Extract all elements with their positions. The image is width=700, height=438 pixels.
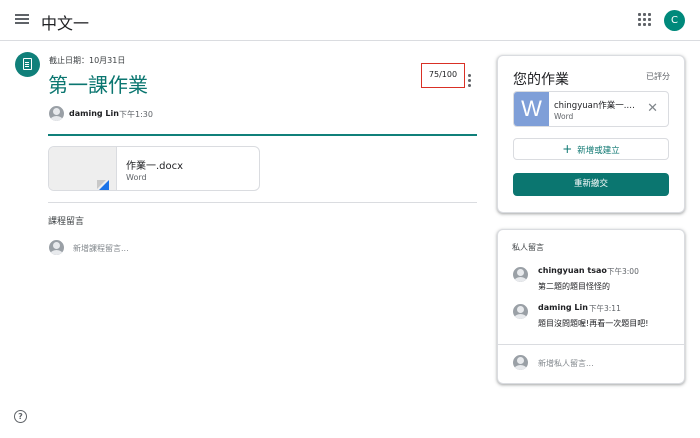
submitted-file[interactable]: W chingyuan作業一.docx Word ✕ — [513, 91, 669, 127]
assignment-title: 第一課作業 — [48, 73, 148, 97]
author-avatar — [49, 106, 64, 121]
add-class-comment-input[interactable]: 新增課程留言... — [73, 243, 129, 254]
your-work-title: 您的作業 — [513, 72, 569, 88]
word-icon: W — [514, 92, 549, 126]
class-title[interactable]: 中文一 — [41, 10, 89, 34]
resubmit-button[interactable]: 重新繳交 — [513, 173, 669, 196]
attachment-type: Word — [126, 173, 147, 182]
grade-status: 已評分 — [646, 72, 670, 81]
comment-author: chingyuan tsao — [538, 266, 607, 275]
divider — [498, 344, 684, 345]
posted-time: 下午1:30 — [119, 110, 153, 119]
divider-accent — [48, 134, 477, 136]
top-app-bar: 中文一 C — [0, 0, 700, 41]
author-name: daming Lin — [69, 109, 119, 118]
comment-time: 下午3:11 — [589, 304, 621, 313]
assignment-icon — [15, 52, 40, 77]
submitted-file-type: Word — [554, 112, 574, 121]
attachment-name: 作業一.docx — [126, 161, 184, 172]
google-apps-icon[interactable] — [638, 13, 652, 27]
due-date: 截止日期：10月31日 — [49, 56, 126, 65]
private-comments-heading: 私人留言 — [512, 243, 544, 252]
hamburger-menu-icon[interactable] — [14, 12, 30, 28]
help-icon[interactable]: ? — [14, 410, 27, 423]
comment-author: daming Lin — [538, 303, 588, 312]
score-badge: 75/100 — [421, 63, 465, 88]
comment-text: 題目沒問題喔!再看一次題目吧! — [538, 319, 649, 328]
divider — [48, 202, 477, 203]
user-avatar — [513, 355, 528, 370]
private-comments-card: 私人留言 chingyuan tsao 下午3:00 第二題的題目怪怪的 dam… — [497, 229, 685, 384]
user-avatar — [49, 240, 64, 255]
class-comments-heading: 課程留言 — [48, 217, 85, 227]
comment-text: 第二題的題目怪怪的 — [538, 282, 610, 291]
file-thumbnail — [49, 147, 117, 190]
more-options-icon[interactable] — [468, 74, 472, 88]
add-or-create-button[interactable]: + 新增或建立 — [513, 138, 669, 160]
submitted-file-name: chingyuan作業一.docx — [554, 101, 638, 111]
commenter-avatar — [513, 304, 528, 319]
commenter-avatar — [513, 267, 528, 282]
remove-file-close-icon[interactable]: ✕ — [647, 101, 658, 116]
comment-time: 下午3:00 — [607, 267, 639, 276]
plus-icon: + — [562, 142, 573, 156]
add-private-comment-input[interactable]: 新增私人留言... — [538, 358, 594, 369]
account-avatar[interactable]: C — [664, 10, 685, 31]
attachment-card[interactable]: 作業一.docx Word — [48, 146, 260, 191]
your-work-card: 您的作業 已評分 W chingyuan作業一.docx Word ✕ + 新增或… — [497, 55, 685, 213]
